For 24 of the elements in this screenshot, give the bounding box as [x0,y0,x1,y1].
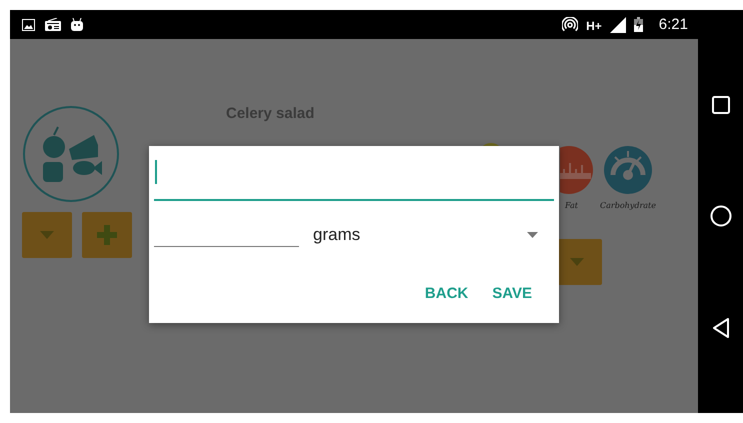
hotspot-icon [562,16,578,32]
overview-button[interactable] [712,96,730,114]
nutrient-label: Fat [565,201,578,210]
image-icon [22,18,35,30]
home-button[interactable] [710,204,732,226]
dialog-button[interactable]: SAVE [487,281,537,306]
nutrient-label: Carbohydrate [600,201,656,210]
radio-icon [45,18,61,31]
back-button[interactable] [712,318,730,338]
unit-dropdown[interactable]: grams [299,225,554,245]
plus-icon [97,225,117,245]
android-icon [71,18,83,31]
caret-icon [40,231,54,239]
signal-icon [610,16,626,32]
scale-icon [560,145,593,195]
battery-icon [634,17,643,32]
clock: 6:21 [658,16,688,33]
food-groups-icon [22,105,120,203]
caret-icon [570,258,584,266]
network-type: H+ [586,19,602,33]
text-field[interactable] [154,160,554,201]
dropdown-arrow-icon [527,232,538,238]
dialog-button[interactable]: BACK [420,281,474,306]
gauge-icon [603,145,653,195]
